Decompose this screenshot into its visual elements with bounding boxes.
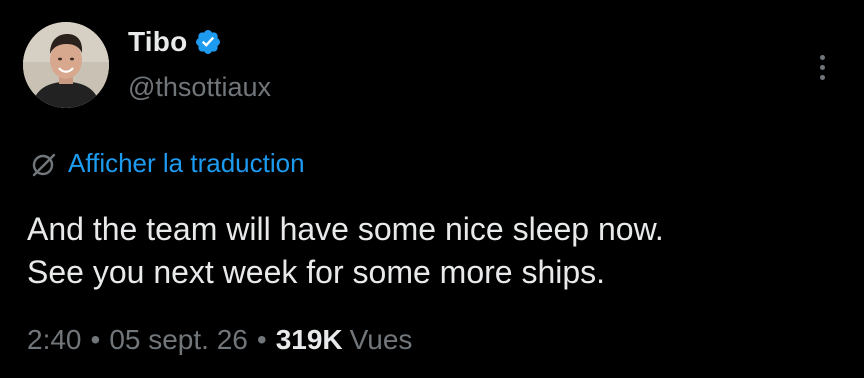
display-name[interactable]: Tibo bbox=[128, 26, 187, 58]
views-label: Vues bbox=[349, 324, 413, 355]
tweet-text-line: And the team will have some nice sleep n… bbox=[27, 211, 664, 247]
tweet-text-line: See you next week for some more ships. bbox=[27, 254, 606, 290]
views-count: 319K bbox=[275, 324, 343, 355]
tweet-text: And the team will have some nice sleep n… bbox=[27, 208, 847, 294]
verified-badge-icon bbox=[196, 30, 221, 54]
tweet-time[interactable]: 2:40 bbox=[27, 324, 82, 356]
show-translation-label: Afficher la traduction bbox=[68, 148, 305, 178]
tweet-date[interactable]: 05 sept. 26 bbox=[109, 324, 248, 356]
tweet-meta: 2:40 • 05 sept. 26 • 319K Vues bbox=[27, 324, 412, 356]
show-translation-link[interactable]: Afficher la traduction bbox=[30, 148, 305, 179]
author-handle[interactable]: @thsottiaux bbox=[128, 72, 271, 103]
profile-photo-icon bbox=[23, 22, 109, 108]
translate-globe-icon bbox=[32, 153, 56, 176]
tweet: Tibo @thsottiaux Afficher la traduction … bbox=[0, 0, 864, 378]
avatar[interactable] bbox=[23, 22, 109, 108]
author-row: Tibo bbox=[128, 22, 222, 62]
more-vertical-icon-dot bbox=[819, 64, 825, 70]
more-vertical-icon bbox=[819, 54, 825, 60]
meta-separator: • bbox=[256, 324, 267, 355]
more-options-button[interactable] bbox=[808, 50, 836, 84]
more-vertical-icon-dot bbox=[819, 74, 825, 80]
meta-separator: • bbox=[90, 324, 101, 355]
